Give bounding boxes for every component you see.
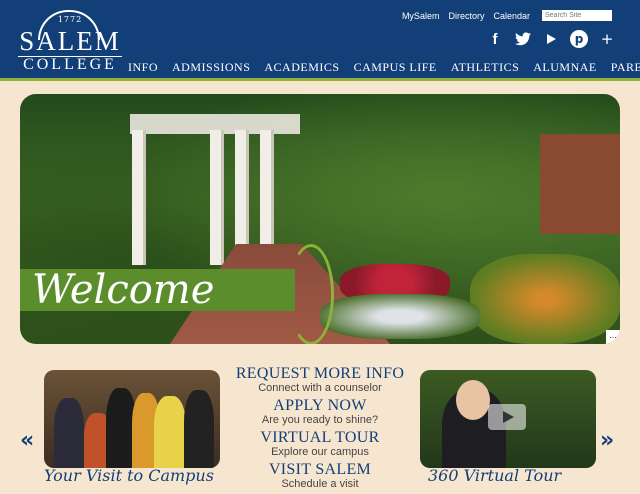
virtual-tour-link[interactable]: VIRTUAL TOUR Explore our campus bbox=[232, 430, 408, 462]
nav-athletics[interactable]: ATHLETICS bbox=[451, 60, 520, 75]
campus-visit-photo[interactable] bbox=[44, 370, 220, 468]
pergola-column bbox=[132, 130, 146, 265]
search-input[interactable] bbox=[542, 10, 612, 21]
play-icon[interactable] bbox=[542, 30, 560, 48]
nav-parents[interactable]: PARENTS bbox=[611, 60, 640, 75]
student-figure bbox=[54, 398, 84, 468]
cta-subtitle: Are you ready to shine? bbox=[261, 414, 379, 426]
utility-link-calendar[interactable]: Calendar bbox=[493, 11, 530, 21]
utility-link-mysalem[interactable]: MySalem bbox=[402, 11, 440, 21]
cta-title: VISIT SALEM bbox=[268, 461, 372, 478]
cta-title: REQUEST MORE INFO bbox=[235, 365, 405, 382]
facebook-icon[interactable]: f bbox=[486, 30, 504, 48]
social-links: f p + bbox=[486, 30, 616, 48]
site-header: 1772 SALEM COLLEGE MySalem Directory Cal… bbox=[0, 0, 640, 78]
nav-campus-life[interactable]: CAMPUS LIFE bbox=[354, 60, 437, 75]
flower-bed-orange bbox=[470, 254, 620, 344]
pinterest-icon[interactable]: p bbox=[570, 30, 588, 48]
utility-link-directory[interactable]: Directory bbox=[448, 11, 484, 21]
student-face bbox=[456, 380, 490, 420]
virtual-tour-video-thumbnail[interactable] bbox=[420, 370, 596, 468]
carousel-next-arrow[interactable]: » bbox=[600, 428, 614, 453]
logo-name-college: COLLEGE bbox=[23, 56, 117, 73]
cta-title: VIRTUAL TOUR bbox=[260, 429, 380, 446]
student-figure bbox=[184, 390, 214, 468]
logo-year: 1772 bbox=[57, 15, 83, 24]
cta-title: APPLY NOW bbox=[273, 397, 367, 414]
nav-alumnae[interactable]: ALUMNAE bbox=[533, 60, 597, 75]
plus-icon[interactable]: + bbox=[598, 30, 616, 48]
carousel-prev-arrow[interactable]: « bbox=[20, 428, 34, 453]
visit-salem-link[interactable]: VISIT SALEM Schedule a visit bbox=[232, 462, 408, 494]
nav-academics[interactable]: ACADEMICS bbox=[264, 60, 339, 75]
cta-subtitle: Explore our campus bbox=[271, 446, 369, 458]
brick-building bbox=[540, 134, 620, 234]
cta-subtitle: Connect with a counselor bbox=[258, 382, 382, 394]
nav-admissions[interactable]: ADMISSIONS bbox=[172, 60, 250, 75]
logo-name-salem: SALEM bbox=[19, 26, 121, 56]
salem-college-logo[interactable]: 1772 SALEM COLLEGE bbox=[18, 10, 122, 73]
nav-info[interactable]: INFO bbox=[128, 60, 158, 75]
request-info-link[interactable]: REQUEST MORE INFO Connect with a counsel… bbox=[232, 366, 408, 398]
header-accent-rule bbox=[0, 78, 640, 81]
video-play-icon[interactable] bbox=[488, 404, 526, 430]
main-nav: INFO ADMISSIONS ACADEMICS CAMPUS LIFE AT… bbox=[128, 60, 640, 75]
hero-image-campus-garden[interactable]: Welcome ... bbox=[20, 94, 620, 344]
utility-nav: MySalem Directory Calendar bbox=[402, 11, 530, 21]
cta-links: REQUEST MORE INFO Connect with a counsel… bbox=[232, 366, 408, 494]
flower-bed-white bbox=[320, 294, 480, 339]
pergola-column bbox=[210, 130, 224, 265]
caption-virtual-tour: 360 Virtual Tour bbox=[428, 466, 562, 485]
student-figure bbox=[154, 396, 186, 468]
hero-more-button[interactable]: ... bbox=[606, 330, 620, 344]
welcome-banner: Welcome bbox=[20, 269, 295, 311]
twitter-icon[interactable] bbox=[514, 30, 532, 48]
apply-now-link[interactable]: APPLY NOW Are you ready to shine? bbox=[232, 398, 408, 430]
caption-campus-visit: Your Visit to Campus bbox=[44, 466, 214, 485]
